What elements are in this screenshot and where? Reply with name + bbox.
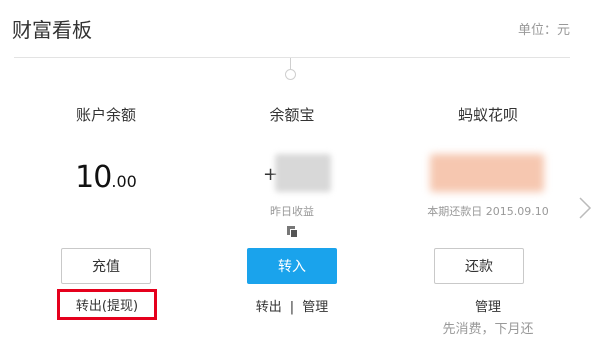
huabei-title: 蚂蚁花呗 [457, 106, 518, 124]
balance-integer: 10 [75, 160, 112, 195]
transfer-in-button[interactable]: 转入 [247, 248, 337, 284]
huabei-manage-link[interactable]: 管理 [388, 296, 588, 315]
withdraw-highlight: 转出(提现) [57, 289, 157, 320]
link-separator: | [289, 300, 295, 315]
huabei-hint: 先消费，下月还 [442, 322, 534, 337]
yesterday-earnings-caption: 昨日收益 [270, 205, 314, 218]
blurred-bill-amount [430, 154, 544, 192]
yuebao-title: 余额宝 [269, 106, 315, 124]
withdraw-link[interactable]: 转出(提现) [76, 295, 138, 314]
repay-button[interactable]: 还款 [434, 248, 524, 284]
recharge-button[interactable]: 充值 [61, 248, 151, 284]
huabei-section: 蚂蚁花呗 本期还款日 2015.09.10 还款 管理 先消费，下月还 [388, 0, 588, 353]
transfer-out-link[interactable]: 转出 [256, 300, 282, 315]
yuebao-manage-link[interactable]: 管理 [302, 300, 328, 315]
account-balance-title: 账户余额 [75, 106, 136, 124]
balance-amount: 10.00 [6, 160, 206, 195]
chevron-right-icon[interactable] [576, 196, 594, 220]
yuebao-links: 转出 | 管理 [192, 296, 392, 315]
blurred-earnings [275, 154, 331, 192]
balance-decimal: .00 [111, 172, 137, 191]
due-date-caption: 本期还款日 2015.09.10 [427, 205, 549, 218]
account-balance-section: 账户余额 10.00 充值 转出(提现) [6, 0, 206, 353]
yuebao-section: 余额宝 + 昨日收益 转入 转出 | 管理 [192, 0, 392, 353]
copy-icon[interactable] [287, 226, 299, 238]
